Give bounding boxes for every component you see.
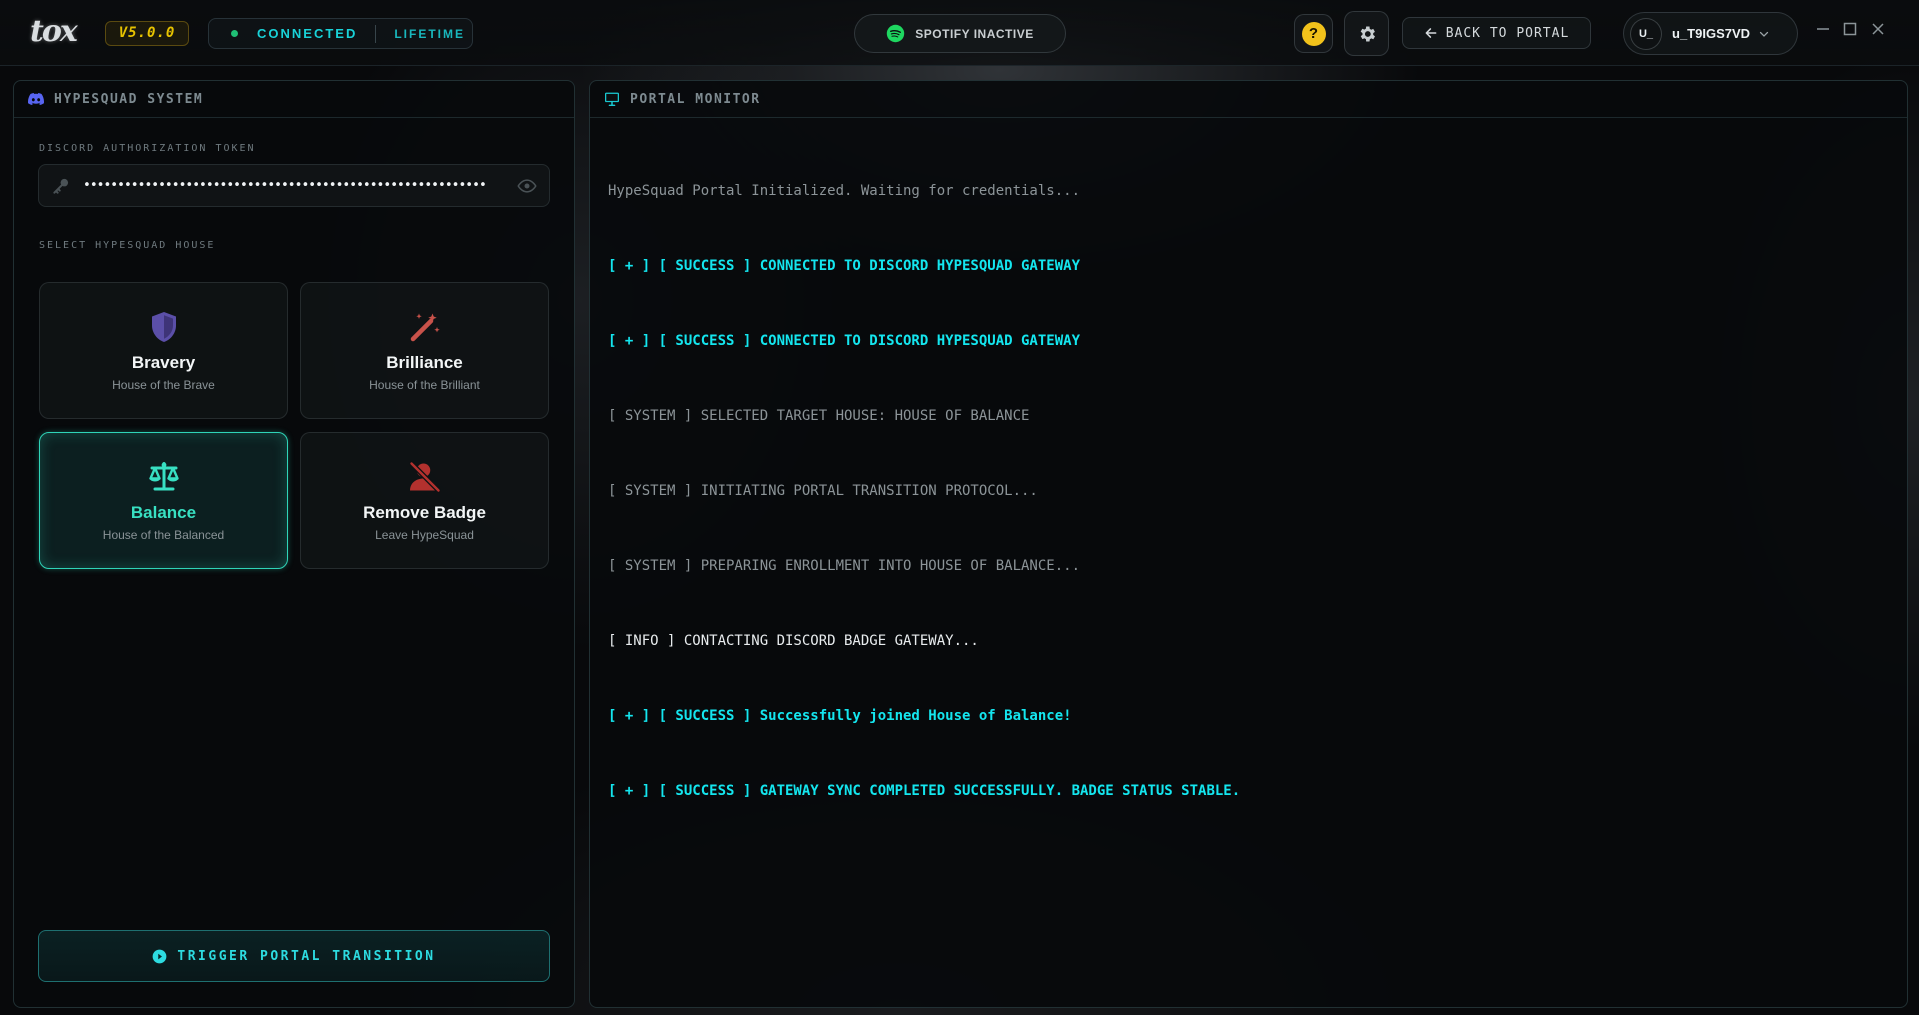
avatar: U_	[1630, 17, 1662, 50]
house-subtitle: House of the Balanced	[102, 528, 225, 542]
maximize-icon[interactable]	[1843, 22, 1857, 36]
connection-status-label: CONNECTED	[257, 26, 358, 41]
minimize-icon[interactable]	[1816, 22, 1830, 36]
log-line: [ + ] [ SUCCESS ] Successfully joined Ho…	[608, 708, 1072, 724]
settings-button[interactable]	[1344, 11, 1389, 56]
spotify-icon	[887, 24, 905, 43]
house-card-balance[interactable]: Balance House of the Balanced	[39, 432, 288, 569]
license-label: LIFETIME	[394, 26, 466, 41]
log-output: HypeSquad Portal Initialized. Waiting fo…	[608, 129, 1889, 854]
log-line: [ INFO ] CONTACTING DISCORD BADGE GATEWA…	[608, 633, 979, 649]
trigger-portal-transition-label: TRIGGER PORTAL TRANSITION	[177, 948, 436, 964]
shield-icon	[151, 312, 176, 342]
house-name: Remove Badge	[363, 503, 486, 522]
log-line: [ + ] [ SUCCESS ] GATEWAY SYNC COMPLETED…	[608, 783, 1241, 799]
app-logo: tox	[30, 14, 78, 49]
panel-header: HYPESQUAD SYSTEM	[14, 81, 574, 118]
back-to-portal-label: BACK TO PORTAL	[1445, 25, 1570, 41]
play-circle-icon	[153, 949, 167, 963]
panel-title: HYPESQUAD SYSTEM	[54, 91, 204, 107]
panel-header: PORTAL MONITOR	[590, 81, 1907, 118]
house-card-remove-badge[interactable]: Remove Badge Leave HypeSquad	[300, 432, 549, 569]
log-line: [ SYSTEM ] PREPARING ENROLLMENT INTO HOU…	[608, 558, 1081, 574]
user-remove-icon	[408, 460, 441, 494]
scales-icon	[148, 462, 179, 491]
user-menu[interactable]: U_ u_T9IGS7VD	[1623, 12, 1798, 55]
close-icon[interactable]	[1871, 22, 1885, 36]
help-button[interactable]: ?	[1294, 14, 1333, 53]
token-field[interactable]	[38, 164, 550, 207]
status-dot-icon	[231, 30, 238, 37]
trigger-portal-transition-button[interactable]: TRIGGER PORTAL TRANSITION	[38, 930, 550, 982]
panel-title: PORTAL MONITOR	[630, 91, 761, 107]
house-subtitle: House of the Brave	[112, 378, 215, 392]
house-card-brilliance[interactable]: Brilliance House of the Brilliant	[300, 282, 549, 419]
house-name: Balance	[130, 503, 197, 522]
arrow-left-icon	[1425, 28, 1437, 38]
house-card-bravery[interactable]: Bravery House of the Brave	[39, 282, 288, 419]
token-input[interactable]	[81, 177, 517, 194]
house-name: Bravery	[131, 353, 196, 372]
portal-monitor-panel: PORTAL MONITOR HypeSquad Portal Initiali…	[589, 80, 1908, 1008]
help-icon: ?	[1301, 21, 1326, 46]
title-bar: tox V5.0.0 CONNECTED LIFETIME SPOTIFY IN…	[0, 0, 1919, 66]
log-line: HypeSquad Portal Initialized. Waiting fo…	[608, 183, 1081, 199]
gear-icon	[1360, 26, 1375, 41]
house-subtitle: House of the Brilliant	[369, 378, 480, 392]
version-badge: V5.0.0	[105, 21, 189, 46]
house-subtitle: Leave HypeSquad	[375, 528, 474, 542]
hypesquad-system-panel: HYPESQUAD SYSTEM DISCORD AUTHORIZATION T…	[13, 80, 575, 1008]
house-name: Brilliance	[386, 353, 463, 372]
connection-status: CONNECTED LIFETIME	[208, 18, 473, 49]
chevron-down-icon	[1759, 31, 1769, 37]
monitor-icon	[605, 92, 619, 106]
eye-icon[interactable]	[517, 176, 537, 196]
token-label: DISCORD AUTHORIZATION TOKEN	[39, 143, 256, 154]
back-to-portal-button[interactable]: BACK TO PORTAL	[1402, 17, 1591, 49]
log-line: [ + ] [ SUCCESS ] CONNECTED TO DISCORD H…	[608, 333, 1081, 349]
discord-icon	[28, 93, 44, 105]
log-line: [ + ] [ SUCCESS ] CONNECTED TO DISCORD H…	[608, 258, 1081, 274]
house-label: SELECT HYPESQUAD HOUSE	[39, 240, 216, 251]
username: u_T9IGS7VD	[1672, 26, 1751, 41]
key-icon	[53, 178, 69, 194]
log-line: [ SYSTEM ] INITIATING PORTAL TRANSITION …	[608, 483, 1038, 499]
magic-wand-icon	[410, 313, 440, 342]
log-line: [ SYSTEM ] SELECTED TARGET HOUSE: HOUSE …	[608, 408, 1030, 424]
spotify-status-button[interactable]: SPOTIFY INACTIVE	[854, 14, 1066, 53]
spotify-status-label: SPOTIFY INACTIVE	[915, 26, 1034, 41]
divider	[375, 24, 377, 43]
